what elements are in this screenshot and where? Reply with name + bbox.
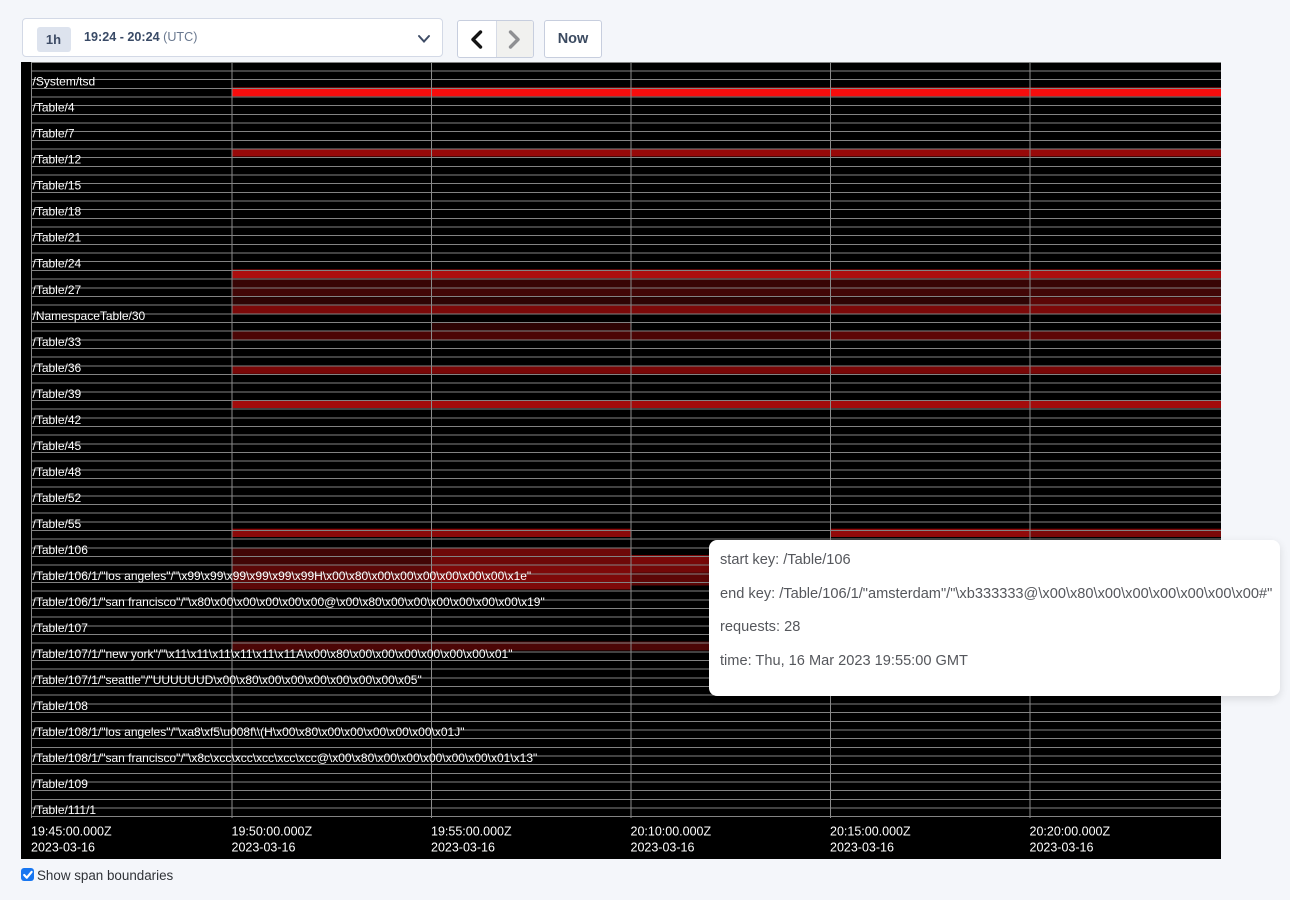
svg-text:/Table/33: /Table/33: [33, 335, 82, 349]
svg-text:/Table/42: /Table/42: [33, 413, 82, 427]
svg-text:19:45:00.000Z: 19:45:00.000Z: [31, 824, 112, 838]
svg-text:/Table/12: /Table/12: [33, 153, 82, 167]
svg-text:/Table/18: /Table/18: [33, 205, 82, 219]
svg-text:/Table/111/1: /Table/111/1: [33, 803, 97, 817]
svg-text:/Table/106: /Table/106: [33, 543, 89, 557]
svg-text:/Table/7: /Table/7: [33, 127, 75, 141]
svg-text:/Table/108/1/"los angeles"/"\x: /Table/108/1/"los angeles"/"\xa8\xf5\u00…: [33, 725, 465, 739]
svg-text:/Table/15: /Table/15: [33, 179, 82, 193]
svg-text:2023-03-16: 2023-03-16: [1030, 840, 1094, 854]
svg-text:/Table/21: /Table/21: [33, 231, 82, 245]
svg-text:/Table/106/1/"los angeles"/"\x: /Table/106/1/"los angeles"/"\x99\x99\x99…: [33, 569, 532, 583]
svg-text:2023-03-16: 2023-03-16: [31, 840, 95, 854]
svg-text:/Table/107/1/"new york"/"\x11\: /Table/107/1/"new york"/"\x11\x11\x11\x1…: [33, 647, 513, 661]
svg-text:/System/tsd: /System/tsd: [33, 75, 96, 89]
svg-text:/Table/24: /Table/24: [33, 257, 82, 271]
svg-text:/Table/109: /Table/109: [33, 777, 89, 791]
svg-text:/Table/48: /Table/48: [33, 465, 82, 479]
svg-text:/Table/39: /Table/39: [33, 387, 82, 401]
svg-text:19:50:00.000Z: 19:50:00.000Z: [232, 824, 313, 838]
svg-text:2023-03-16: 2023-03-16: [631, 840, 695, 854]
svg-text:/Table/52: /Table/52: [33, 491, 82, 505]
svg-text:/NamespaceTable/30: /NamespaceTable/30: [33, 309, 146, 323]
svg-text:20:15:00.000Z: 20:15:00.000Z: [830, 824, 911, 838]
svg-text:/Table/108/1/"san francisco"/": /Table/108/1/"san francisco"/"\x8c\xcc\x…: [33, 751, 538, 765]
svg-text:/Table/107: /Table/107: [33, 621, 89, 635]
svg-text:/Table/107/1/"seattle"/"UUUUUU: /Table/107/1/"seattle"/"UUUUUUD\x00\x80\…: [33, 673, 422, 687]
svg-text:/Table/45: /Table/45: [33, 439, 82, 453]
svg-text:20:10:00.000Z: 20:10:00.000Z: [631, 824, 712, 838]
svg-text:/Table/55: /Table/55: [33, 517, 82, 531]
svg-text:20:20:00.000Z: 20:20:00.000Z: [1030, 824, 1111, 838]
svg-text:/Table/108: /Table/108: [33, 699, 89, 713]
svg-text:/Table/27: /Table/27: [33, 283, 82, 297]
svg-text:/Table/36: /Table/36: [33, 361, 82, 375]
svg-text:2023-03-16: 2023-03-16: [830, 840, 894, 854]
svg-text:/Table/106/1/"san francisco"/": /Table/106/1/"san francisco"/"\x80\x00\x…: [33, 595, 545, 609]
svg-text:/Table/4: /Table/4: [33, 101, 75, 115]
svg-text:19:55:00.000Z: 19:55:00.000Z: [431, 824, 512, 838]
svg-text:2023-03-16: 2023-03-16: [431, 840, 495, 854]
svg-text:2023-03-16: 2023-03-16: [232, 840, 296, 854]
